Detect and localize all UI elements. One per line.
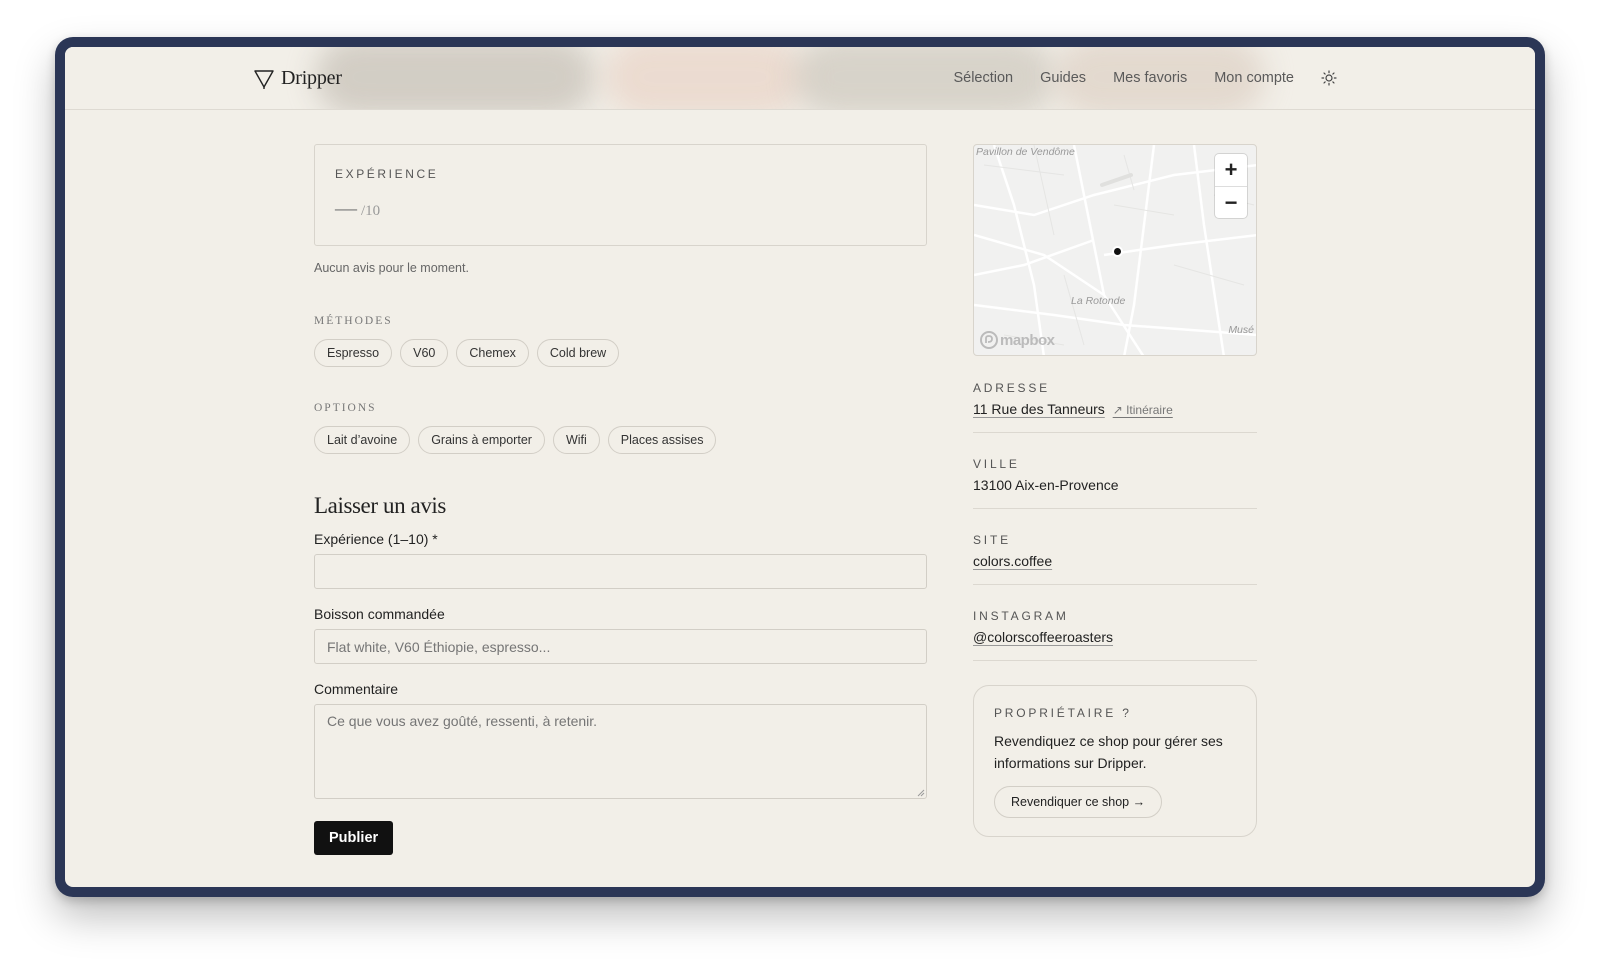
methods-label: MÉTHODES [314,315,393,327]
experience-label: EXPÉRIENCE [335,167,439,181]
site-header: Dripper Sélection Guides Mes favoris Mon… [65,47,1535,110]
experience-score: — /10 [335,195,906,221]
drink-field-label: Boisson commandée [314,606,445,622]
site-link[interactable]: colors.coffee [973,553,1257,569]
owner-claim-card: PROPRIÉTAIRE ? Revendiquez ce shop pour … [973,685,1257,837]
brand-logo[interactable]: Dripper [253,67,342,90]
sidebar: Pavillon de Vendôme La Rotonde Musé + − … [973,144,1257,837]
method-chip: Chemex [456,339,529,367]
instagram-label: INSTAGRAM [973,609,1069,623]
map-label-rotonde: La Rotonde [1071,295,1126,307]
methods-chips: Espresso V60 Chemex Cold brew [314,339,927,367]
nav-link-favorites[interactable]: Mes favoris [1113,70,1187,86]
review-form-title: Laisser un avis [314,493,446,518]
publish-button[interactable]: Publier [314,821,394,855]
instagram-link[interactable]: @colorscoffeeroasters [973,629,1257,645]
site-label: SITE [973,533,1011,547]
map-label-pavillon: Pavillon de Vendôme [976,146,1075,158]
score-scale: /10 [361,203,381,219]
options-chips: Lait d’avoine Grains à emporter Wifi Pla… [314,426,927,454]
experience-field-label: Expérience (1–10) * [314,531,438,547]
method-chip: Cold brew [536,339,620,367]
shop-location-marker[interactable] [1112,246,1123,257]
map-label-musee: Musé [1228,324,1254,336]
dripper-icon [254,69,274,89]
comment-textarea[interactable] [314,704,927,799]
itinerary-link[interactable]: ↗ Itinéraire [1113,403,1173,417]
main-nav: Sélection Guides Mes favoris Mon compte [953,70,1337,86]
header-backdrop [605,47,805,109]
sun-icon[interactable] [1321,70,1337,86]
header-backdrop [315,47,595,109]
no-reviews-text: Aucun avis pour le moment. [314,261,469,275]
address-link[interactable]: 11 Rue des Tanneurs [973,401,1105,417]
mapbox-attribution[interactable]: mapbox [980,331,1055,349]
method-chip: V60 [400,339,449,367]
claim-shop-button[interactable]: Revendiquer ce shop → [994,786,1163,818]
zoom-in-button[interactable]: + [1215,154,1247,186]
resize-handle-icon[interactable] [917,789,925,797]
zoom-out-button[interactable]: − [1215,186,1247,218]
comment-field-label: Commentaire [314,681,399,697]
zoom-controls: + − [1215,154,1247,218]
owner-label: PROPRIÉTAIRE ? [994,706,1132,720]
experience-card: EXPÉRIENCE — /10 [314,144,927,246]
address-row: 11 Rue des Tanneurs ↗ Itinéraire [973,401,1257,417]
score-value: — [335,195,357,220]
mapbox-wordmark: mapbox [1000,331,1055,349]
brand-name: Dripper [281,67,342,89]
nav-link-guides[interactable]: Guides [1040,70,1086,86]
nav-link-selection[interactable]: Sélection [953,70,1013,86]
city-value: 13100 Aix-en-Provence [973,477,1119,493]
nav-link-account[interactable]: Mon compte [1214,70,1294,86]
option-chip: Grains à emporter [418,426,545,454]
drink-input[interactable] [314,629,927,664]
owner-text: Revendiquez ce shop pour gérer ses infor… [994,733,1223,771]
site-block: SITE colors.coffee [973,509,1257,585]
option-chip: Lait d’avoine [314,426,411,454]
device-frame: Dripper Sélection Guides Mes favoris Mon… [55,37,1545,897]
option-chip: Wifi [552,426,600,454]
options-label: OPTIONS [314,402,377,414]
address-label: ADRESSE [973,381,1050,395]
city-label: VILLE [973,457,1020,471]
address-block: ADRESSE 11 Rue des Tanneurs ↗ Itinéraire [973,356,1257,433]
experience-input[interactable] [314,554,927,589]
comment-wrapper [314,704,927,799]
instagram-block: INSTAGRAM @colorscoffeeroasters [973,585,1257,661]
browser-viewport: Dripper Sélection Guides Mes favoris Mon… [65,47,1535,887]
main-column: EXPÉRIENCE — /10 Aucun avis pour le mome… [314,144,927,855]
method-chip: Espresso [314,339,393,367]
city-block: VILLE 13100 Aix-en-Provence [973,433,1257,509]
map[interactable]: Pavillon de Vendôme La Rotonde Musé + − … [973,144,1257,356]
mapbox-icon [980,331,998,349]
option-chip: Places assises [607,426,717,454]
